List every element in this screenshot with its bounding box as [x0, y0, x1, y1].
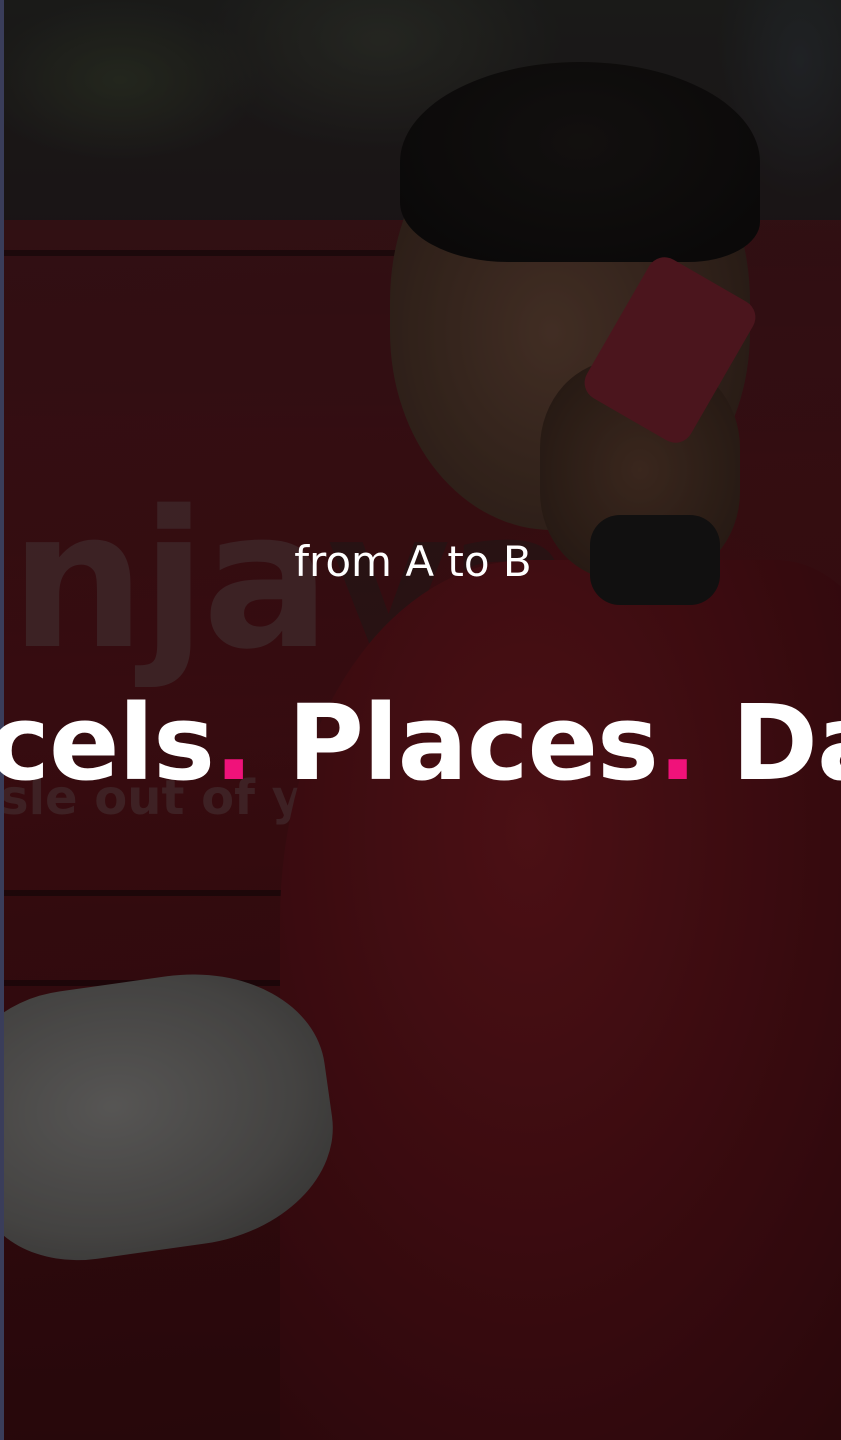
headline-dot: .	[657, 682, 698, 804]
hero-headline: rcels. Places. Da	[0, 683, 841, 803]
headline-dot: .	[214, 682, 254, 804]
headline-word: rcels	[0, 682, 215, 804]
hero-section: njava sle out of you from A to B rcels. …	[0, 0, 841, 1440]
hero-kicker-text: from A to B	[294, 537, 532, 586]
headline-word: Da	[731, 682, 841, 804]
headline-word: Places	[287, 682, 659, 804]
